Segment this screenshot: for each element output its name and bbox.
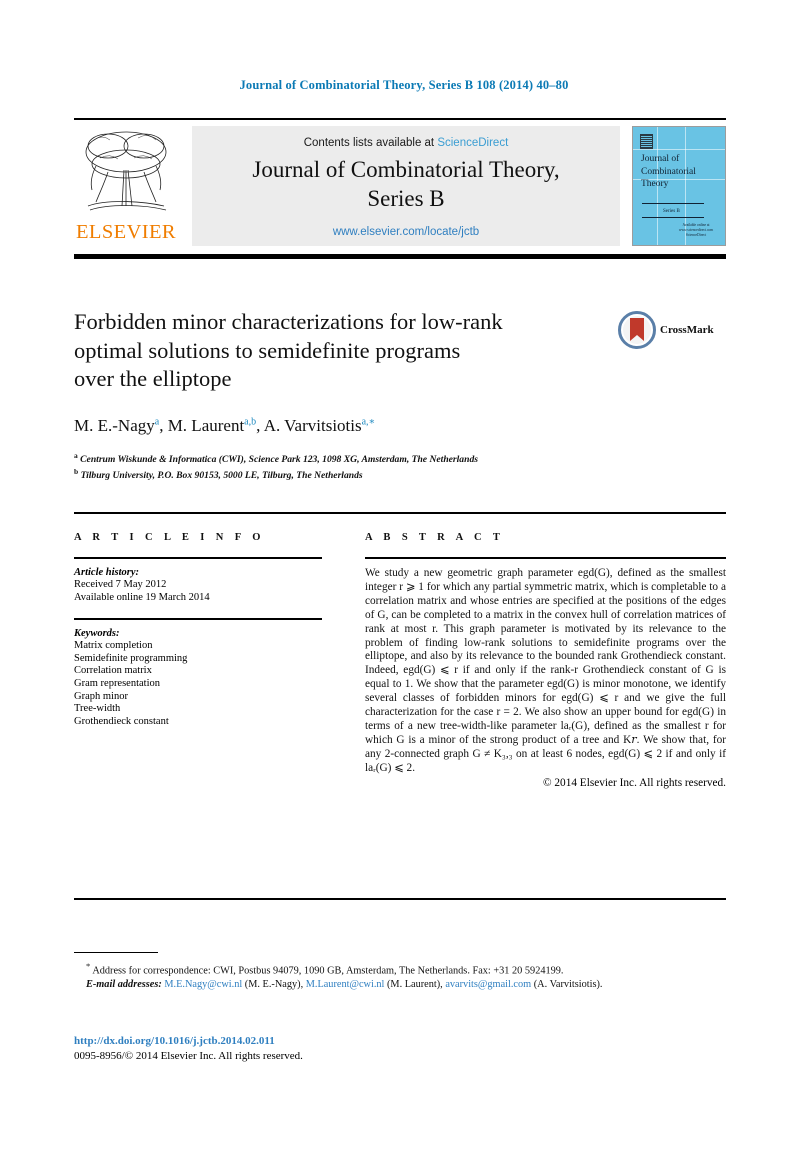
email-owner-2: (M. Laurent) (386, 978, 441, 990)
cover-footer-line2: ScienceDirect (685, 233, 707, 237)
email-link-1[interactable]: M.E.Nagy@cwi.nl (164, 979, 242, 990)
author-3-name: A. Varvitsiotis (263, 416, 362, 435)
abstract-rule (365, 557, 726, 559)
crossmark-label: CrossMark (660, 324, 714, 336)
contents-available-line: Contents lists available at ScienceDirec… (192, 137, 620, 149)
affiliation-a: a Centrum Wiskunde & Informatica (CWI), … (74, 450, 614, 466)
affiliation-a-text: Centrum Wiskunde & Informatica (CWI), Sc… (80, 454, 478, 466)
masthead-bottom-rule (74, 254, 726, 259)
cover-title-line2: Combinatorial (641, 166, 696, 177)
journal-cover-thumbnail: Journal of Combinatorial Theory Series B… (632, 126, 726, 246)
paper-page: Journal of Combinatorial Theory, Series … (0, 0, 808, 1162)
cover-title-line1: Journal of (641, 154, 680, 164)
journal-title: Journal of Combinatorial Theory, Series … (192, 155, 620, 213)
sciencedirect-link[interactable]: ScienceDirect (437, 137, 508, 149)
abstract-text: We study a new geometric graph parameter… (365, 567, 726, 774)
article-history-online: Available online 19 March 2014 (74, 591, 210, 603)
cover-footer: Available online at www.sciencedirect.co… (673, 223, 719, 238)
email-footnote: E-mail addresses: M.E.Nagy@cwi.nl (M. E.… (86, 978, 603, 990)
crossmark-icon (618, 311, 656, 349)
article-history-received: Received 7 May 2012 (74, 579, 167, 590)
title-line-3: over the elliptope (74, 366, 232, 391)
abstract-column: A B S T R A C T We study a new geometric… (365, 532, 726, 789)
author-1-name: M. E.-Nagy (74, 416, 155, 435)
cover-title-line3: Theory (641, 179, 669, 189)
cover-title: Journal of Combinatorial Theory (641, 153, 696, 191)
keyword-item: Graph minor (74, 690, 128, 702)
contents-prefix: Contents lists available at (303, 137, 438, 149)
abstract-heading: A B S T R A C T (365, 532, 505, 543)
keywords-label: Keywords: (74, 628, 120, 640)
correspondence-text: Address for correspondence: CWI, Postbus… (92, 965, 564, 977)
crossmark-badge[interactable]: CrossMark (618, 310, 726, 350)
journal-homepage-link[interactable]: www.elsevier.com/locate/jctb (192, 226, 620, 238)
keyword-item: Correlation matrix (74, 665, 152, 677)
keyword-item: Gram representation (74, 677, 161, 689)
author-2: M. Laurenta,b (168, 416, 256, 435)
title-line-1: Forbidden minor characterizations for lo… (74, 309, 503, 334)
email-link-2[interactable]: M.Laurent@cwi.nl (306, 979, 385, 990)
keyword-item: Grothendieck constant (74, 715, 169, 727)
page-title: Forbidden minor characterizations for lo… (74, 308, 594, 394)
doi-link[interactable]: http://dx.doi.org/10.1016/j.jctb.2014.02… (74, 1034, 726, 1049)
email-owner-3: (A. Varvitsiotis). (533, 978, 603, 990)
affiliation-b-mark: b (74, 466, 79, 476)
journal-title-line1: Journal of Combinatorial Theory, (252, 157, 560, 182)
author-list: M. E.-Nagya, M. Laurenta,b, A. Varvitsio… (74, 416, 376, 435)
footnote-separator-rule (74, 952, 158, 954)
affiliation-b: b Tilburg University, P.O. Box 90153, 50… (74, 466, 614, 482)
keywords-rule (74, 618, 322, 621)
author-3-marks: a,∗ (361, 416, 376, 428)
email-addresses-label: E-mail addresses: (86, 978, 162, 990)
running-head: Journal of Combinatorial Theory, Series … (239, 78, 569, 92)
title-line-2: optimal solutions to semidefinite progra… (74, 337, 461, 363)
article-info-heading: A R T I C L E I N F O (74, 532, 265, 543)
keyword-item: Semidefinite programming (74, 652, 188, 664)
article-history-label: Article history: (74, 567, 140, 578)
article-info-rule (74, 557, 322, 559)
author-3: A. Varvitsiotisa,∗ (264, 416, 376, 435)
article-info-column: A R T I C L E I N F O Article history: R… (74, 532, 322, 728)
keyword-item: Matrix completion (74, 640, 153, 652)
elsevier-tree-icon (85, 131, 167, 211)
email-owner-1: (M. E.-Nagy) (244, 978, 301, 990)
author-1-marks: a (154, 416, 160, 428)
info-section-top-rule (74, 512, 726, 514)
issn-copyright-line: 0095-8956/© 2014 Elsevier Inc. All right… (74, 1049, 303, 1062)
info-section-bottom-rule (74, 898, 726, 900)
journal-masthead: ELSEVIER Contents lists available at Sci… (74, 118, 726, 248)
cover-footer-line1: Available online at www.sciencedirect.co… (678, 223, 714, 232)
cover-volume-label: Series B (663, 209, 680, 214)
masthead-center-band: Contents lists available at ScienceDirec… (192, 126, 620, 246)
author-1: M. E.-Nagya (74, 416, 159, 435)
elsevier-wordmark: ELSEVIER (76, 221, 176, 243)
affiliation-a-mark: a (74, 451, 78, 460)
correspondence-footnote: * Address for correspondence: CWI, Postb… (74, 960, 726, 978)
abstract-copyright: © 2014 Elsevier Inc. All rights reserved… (542, 776, 726, 789)
affiliation-list: a Centrum Wiskunde & Informatica (CWI), … (74, 450, 614, 482)
journal-title-line2: Series B (367, 186, 445, 211)
affiliation-b-text: Tilburg University, P.O. Box 90153, 5000… (80, 469, 363, 481)
cover-emblem-icon (640, 134, 653, 149)
author-2-marks: a,b (244, 416, 257, 428)
footer-block: http://dx.doi.org/10.1016/j.jctb.2014.02… (74, 1034, 726, 1063)
keyword-item: Tree-width (74, 703, 121, 715)
email-link-3[interactable]: avarvits@gmail.com (445, 979, 531, 990)
correspondence-mark: * (86, 961, 91, 971)
author-2-name: M. Laurent (167, 416, 245, 435)
footnotes-block: * Address for correspondence: CWI, Postb… (74, 960, 726, 991)
keywords-block: Keywords: Matrix completion Semidefinite… (74, 628, 322, 728)
elsevier-logo: ELSEVIER (74, 126, 182, 246)
